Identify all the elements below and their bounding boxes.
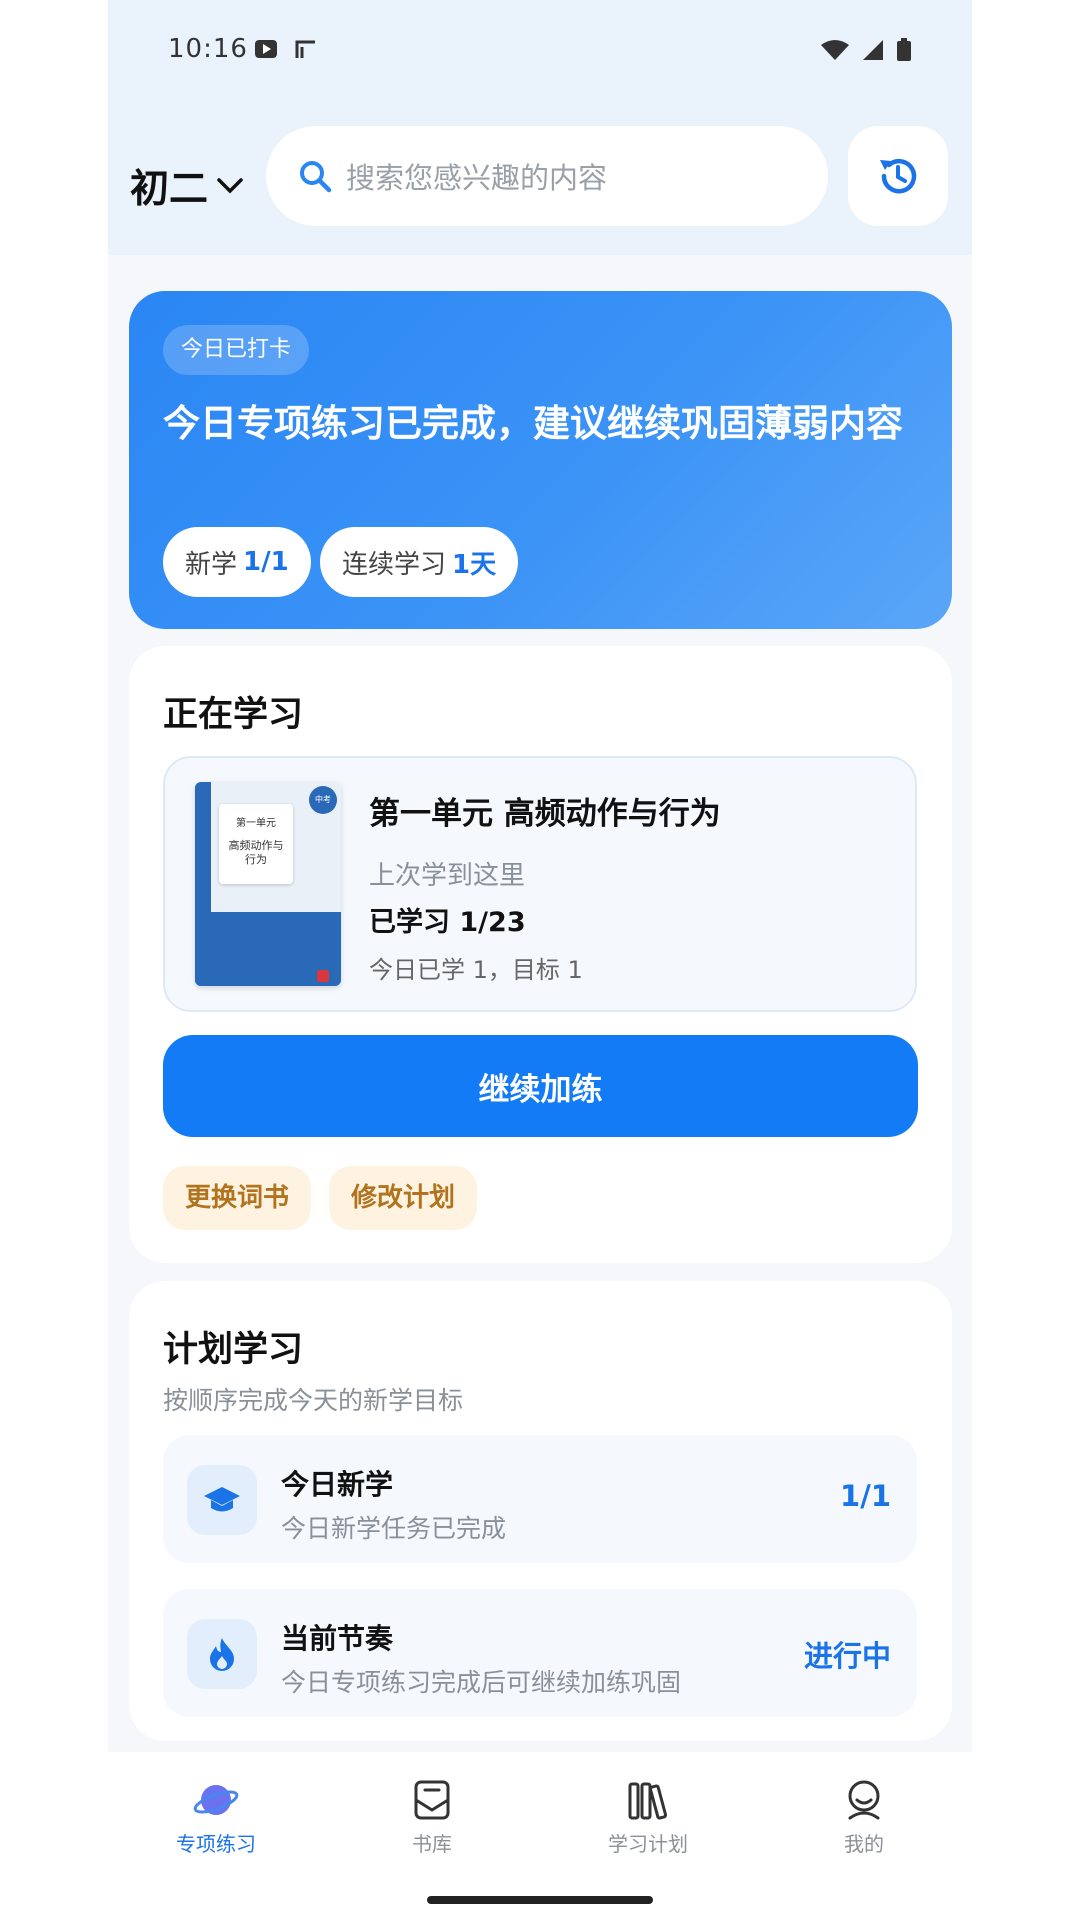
media-play-icon: [255, 40, 277, 58]
section-subtitle: 按顺序完成今天的新学目标: [163, 1386, 464, 1415]
chip-label: 新学: [185, 549, 238, 580]
plan-item-icon: [187, 1465, 257, 1535]
nav-tab-study-plan[interactable]: 学习计划: [568, 1778, 728, 1857]
flame-icon: [210, 1638, 234, 1671]
plan-item-current-pace[interactable]: 当前节奏 今日专项练习完成后可继续加练巩固 进行中: [163, 1589, 917, 1717]
app-screen: 10:16 初二 搜索您感兴趣的内容 今日已打卡 今日专项练习已完成，建议继续巩…: [108, 0, 972, 1920]
nav-label: 我的: [844, 1832, 884, 1856]
nav-tab-special-practice[interactable]: 专项练习: [136, 1778, 296, 1857]
continue-practice-button[interactable]: 继续加练: [163, 1035, 918, 1137]
checkin-badge: 今日已打卡: [163, 325, 310, 375]
search-icon: [300, 161, 332, 193]
grade-label: 初二: [130, 167, 209, 212]
status-right-icons: [820, 38, 912, 62]
chip-label: 连续学习: [342, 549, 447, 580]
nav-label: 书库: [412, 1832, 452, 1856]
history-icon: [880, 159, 917, 194]
nav-label: 学习计划: [608, 1832, 688, 1856]
section-title: 计划学习: [163, 1330, 304, 1370]
cover-subtitle: 高频动作与行为: [228, 839, 284, 866]
history-button[interactable]: [848, 126, 948, 226]
nav-label: 专项练习: [176, 1832, 256, 1856]
status-left-icons: [254, 38, 318, 60]
book-name: 第一单元 高频动作与行为: [369, 796, 721, 832]
plan-item-desc: 今日新学任务已完成: [281, 1514, 507, 1543]
search-placeholder: 搜索您感兴趣的内容: [346, 161, 608, 195]
section-title: 正在学习: [163, 695, 304, 735]
chip-value: 1/1: [243, 547, 289, 577]
battery-icon: [897, 38, 911, 61]
plan-item-desc: 今日专项练习完成后可继续加练巩固: [281, 1668, 682, 1697]
plan-item-icon: [187, 1619, 257, 1689]
home-indicator[interactable]: [427, 1896, 653, 1904]
books-icon: [628, 1782, 668, 1820]
book-progress: 已学习 1/23: [369, 907, 526, 938]
signal-icon: [863, 40, 883, 60]
nav-tab-mine[interactable]: 我的: [784, 1778, 944, 1857]
book-cover: 第一单元 高频动作与行为 中考: [195, 782, 341, 986]
change-book-button[interactable]: 更换词书: [163, 1166, 312, 1230]
grade-selector[interactable]: 初二: [130, 158, 244, 214]
wifi-icon: [821, 40, 849, 60]
plan-item-name: 当前节奏: [281, 1622, 394, 1655]
edit-plan-button[interactable]: 修改计划: [329, 1166, 478, 1230]
cover-title: 第一单元: [236, 818, 276, 829]
chevron-down-icon: [217, 178, 243, 194]
today-progress: 今日已学 1，目标 1: [369, 956, 583, 984]
planet-icon: [193, 1785, 239, 1815]
current-book[interactable]: 第一单元 高频动作与行为 中考 第一单元 高频动作与行为 上次学到这里 已学习 …: [163, 756, 917, 1012]
plan-item-status: 进行中: [803, 1639, 891, 1673]
bottom-navigation: 专项练习 书库 学习计划 我的: [108, 1752, 972, 1920]
cover-badge: 中考: [309, 786, 337, 814]
status-time: 10:16: [168, 34, 248, 64]
user-icon: [848, 1780, 880, 1820]
plan-learning-card: 计划学习 按顺序完成今天的新学目标 今日新学 今日新学任务已完成 1/1 当前节…: [129, 1281, 952, 1741]
graduation-cap-icon: [204, 1487, 240, 1512]
current-learning-card: 正在学习 第一单元 高频动作与行为 中考 第一单元 高频动作与行为 上次学到这里…: [129, 646, 952, 1263]
nav-tab-library[interactable]: 书库: [352, 1778, 512, 1857]
last-position: 上次学到这里: [369, 861, 526, 891]
chip-streak: 连续学习 1天: [320, 527, 519, 597]
plan-item-status: 1/1: [840, 1479, 891, 1513]
search-input[interactable]: 搜索您感兴趣的内容: [266, 126, 828, 226]
plan-item-name: 今日新学: [281, 1468, 394, 1501]
book-box-icon: [414, 1780, 450, 1820]
chip-value: 1天: [452, 549, 497, 580]
banner-title: 今日专项练习已完成，建议继续巩固薄弱内容: [163, 402, 903, 445]
checkin-banner: 今日已打卡 今日专项练习已完成，建议继续巩固薄弱内容 新学 1/1 连续学习 1…: [129, 291, 952, 629]
screen-record-icon: [295, 40, 315, 58]
chip-new-learned: 新学 1/1: [163, 527, 311, 597]
plan-item-today-new[interactable]: 今日新学 今日新学任务已完成 1/1: [163, 1435, 917, 1563]
